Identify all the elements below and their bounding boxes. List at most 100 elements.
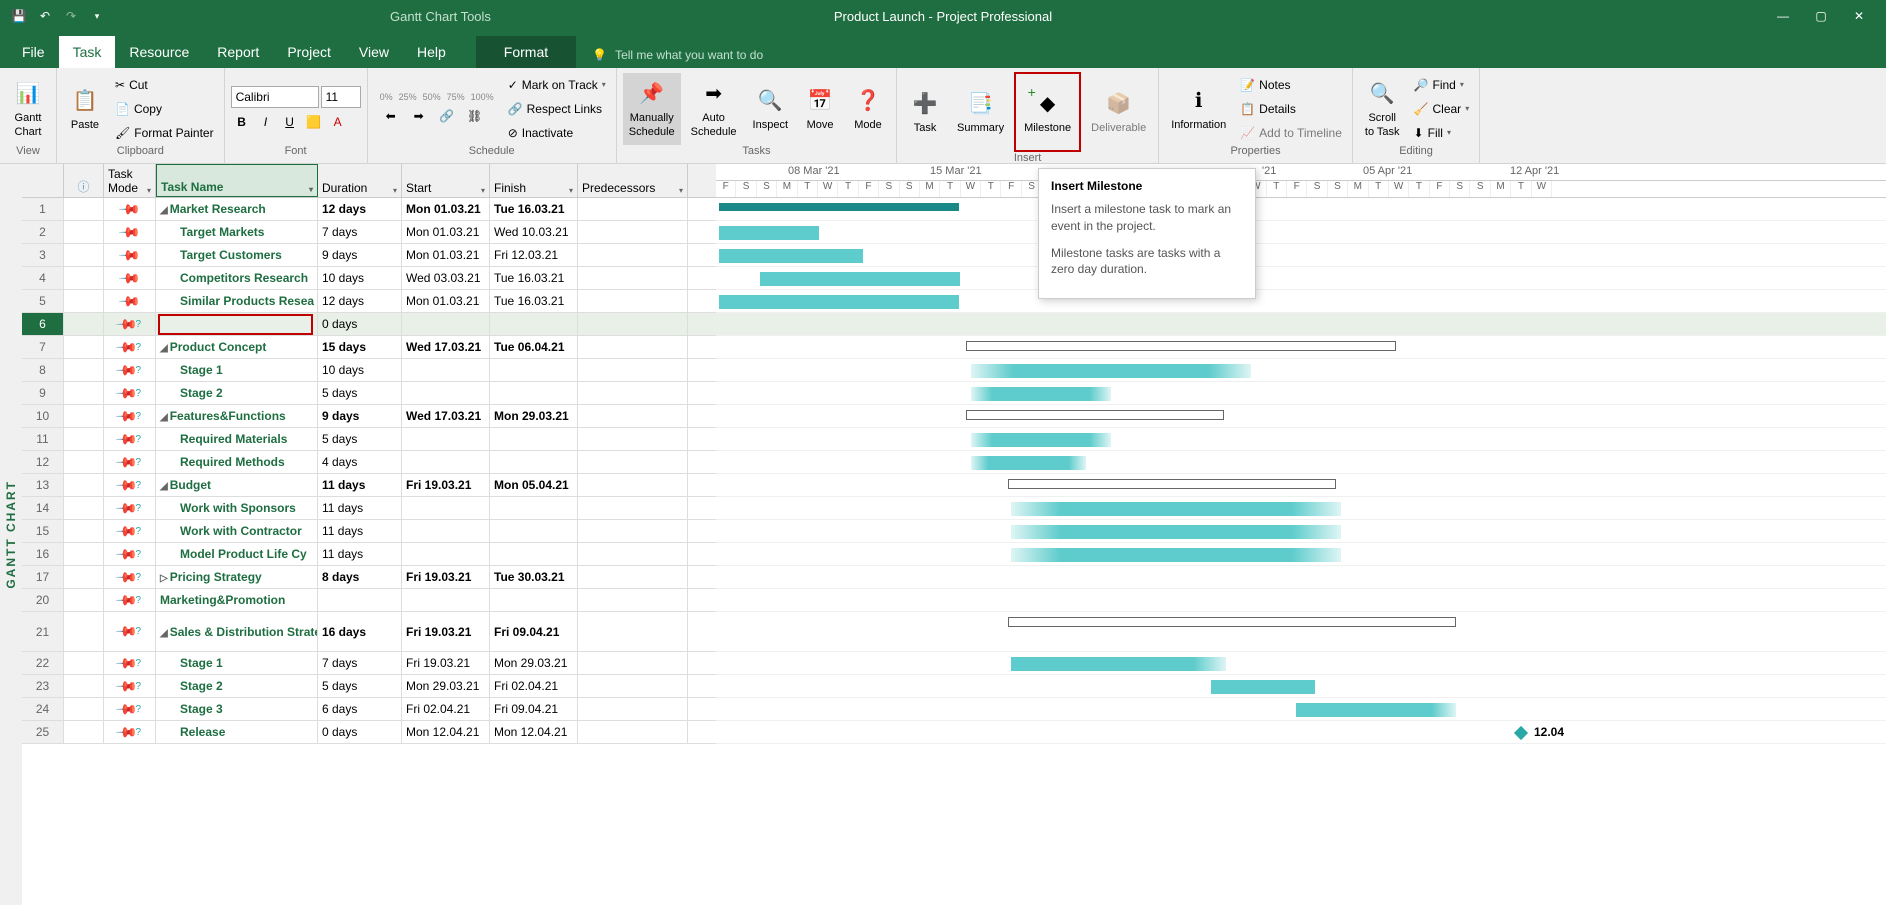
- row-mode[interactable]: 📌: [104, 244, 156, 266]
- table-row[interactable]: 20 📌? Marketing&Promotion: [22, 589, 716, 612]
- row-pred[interactable]: [578, 451, 688, 473]
- italic-button[interactable]: I: [255, 112, 277, 132]
- col-pred-header[interactable]: Predecessors▾: [578, 164, 688, 197]
- row-duration[interactable]: 7 days: [318, 652, 402, 674]
- row-num[interactable]: 25: [22, 721, 64, 743]
- row-mode[interactable]: 📌?: [104, 520, 156, 542]
- row-num[interactable]: 4: [22, 267, 64, 289]
- row-mode[interactable]: 📌?: [104, 675, 156, 697]
- row-mode[interactable]: 📌?: [104, 313, 156, 335]
- row-info[interactable]: [64, 497, 104, 519]
- pct100-icon[interactable]: 100%: [471, 92, 494, 102]
- row-mode[interactable]: 📌?: [104, 589, 156, 611]
- pct75-icon[interactable]: 75%: [447, 92, 465, 102]
- row-start[interactable]: [402, 451, 490, 473]
- table-row[interactable]: 16 📌? Model Product Life Cy 11 days: [22, 543, 716, 566]
- row-num[interactable]: 17: [22, 566, 64, 588]
- row-info[interactable]: [64, 721, 104, 743]
- row-info[interactable]: [64, 198, 104, 220]
- tab-file[interactable]: File: [8, 36, 59, 68]
- row-pred[interactable]: [578, 612, 688, 651]
- row-mode[interactable]: 📌?: [104, 612, 156, 651]
- row-duration[interactable]: 4 days: [318, 451, 402, 473]
- row-pred[interactable]: [578, 566, 688, 588]
- row-num[interactable]: 2: [22, 221, 64, 243]
- row-start[interactable]: [402, 359, 490, 381]
- insert-task-button[interactable]: ➕ Task: [903, 76, 947, 148]
- row-mode[interactable]: 📌: [104, 221, 156, 243]
- row-start[interactable]: Mon 29.03.21: [402, 675, 490, 697]
- row-pred[interactable]: [578, 382, 688, 404]
- gantt-bar[interactable]: [719, 203, 959, 211]
- col-dur-header[interactable]: Duration▾: [318, 164, 402, 197]
- row-finish[interactable]: Mon 29.03.21: [490, 405, 578, 427]
- row-duration[interactable]: 9 days: [318, 244, 402, 266]
- row-num[interactable]: 13: [22, 474, 64, 496]
- table-row[interactable]: 24 📌? Stage 3 6 days Fri 02.04.21 Fri 09…: [22, 698, 716, 721]
- row-pred[interactable]: [578, 652, 688, 674]
- row-info[interactable]: [64, 244, 104, 266]
- row-duration[interactable]: 5 days: [318, 428, 402, 450]
- row-num[interactable]: 5: [22, 290, 64, 312]
- link-icon[interactable]: 🔗: [436, 106, 458, 126]
- row-finish[interactable]: [490, 359, 578, 381]
- row-start[interactable]: Mon 01.03.21: [402, 244, 490, 266]
- row-duration[interactable]: 15 days: [318, 336, 402, 358]
- row-mode[interactable]: 📌?: [104, 336, 156, 358]
- gantt-bar[interactable]: [1011, 657, 1226, 671]
- unlink-icon[interactable]: ⛓: [464, 106, 486, 126]
- row-num[interactable]: 16: [22, 543, 64, 565]
- row-num[interactable]: 8: [22, 359, 64, 381]
- row-start[interactable]: Mon 01.03.21: [402, 290, 490, 312]
- close-icon[interactable]: ✕: [1848, 5, 1870, 27]
- table-row[interactable]: 22 📌? Stage 1 7 days Fri 19.03.21 Mon 29…: [22, 652, 716, 675]
- tab-view[interactable]: View: [345, 36, 403, 68]
- row-info[interactable]: [64, 359, 104, 381]
- row-start[interactable]: Mon 01.03.21: [402, 198, 490, 220]
- row-finish[interactable]: Mon 12.04.21: [490, 721, 578, 743]
- row-mode[interactable]: 📌?: [104, 405, 156, 427]
- row-finish[interactable]: [490, 382, 578, 404]
- row-pred[interactable]: [578, 474, 688, 496]
- row-pred[interactable]: [578, 428, 688, 450]
- row-num[interactable]: 10: [22, 405, 64, 427]
- row-finish[interactable]: [490, 451, 578, 473]
- font-name-input[interactable]: [231, 86, 319, 108]
- row-start[interactable]: [402, 382, 490, 404]
- row-name[interactable]: Target Markets: [156, 221, 318, 243]
- table-row[interactable]: 14 📌? Work with Sponsors 11 days: [22, 497, 716, 520]
- row-start[interactable]: Wed 17.03.21: [402, 405, 490, 427]
- gantt-bar[interactable]: [1011, 525, 1341, 539]
- table-row[interactable]: 15 📌? Work with Contractor 11 days: [22, 520, 716, 543]
- row-name[interactable]: Marketing&Promotion: [156, 589, 318, 611]
- scroll-to-task-button[interactable]: 🔍 Scroll to Task: [1359, 73, 1406, 145]
- row-finish[interactable]: [490, 520, 578, 542]
- col-info-header[interactable]: ⓘ: [64, 164, 104, 197]
- gantt-bar[interactable]: [971, 364, 1251, 378]
- col-finish-header[interactable]: Finish▾: [490, 164, 578, 197]
- col-mode-header[interactable]: Task Mode▾: [104, 164, 156, 197]
- table-row[interactable]: 12 📌? Required Methods 4 days: [22, 451, 716, 474]
- row-pred[interactable]: [578, 721, 688, 743]
- pct25-icon[interactable]: 25%: [399, 92, 417, 102]
- gantt-bar[interactable]: [1211, 680, 1315, 694]
- row-info[interactable]: [64, 267, 104, 289]
- row-duration[interactable]: 11 days: [318, 474, 402, 496]
- row-pred[interactable]: [578, 221, 688, 243]
- row-mode[interactable]: 📌?: [104, 543, 156, 565]
- row-name[interactable]: Release: [156, 721, 318, 743]
- gantt-bar[interactable]: [966, 410, 1224, 420]
- row-mode[interactable]: 📌?: [104, 474, 156, 496]
- row-pred[interactable]: [578, 290, 688, 312]
- row-name[interactable]: ▷Pricing Strategy: [156, 566, 318, 588]
- row-start[interactable]: [402, 520, 490, 542]
- row-info[interactable]: [64, 405, 104, 427]
- row-duration[interactable]: 12 days: [318, 198, 402, 220]
- row-info[interactable]: [64, 566, 104, 588]
- cut-button[interactable]: ✂Cut: [111, 74, 218, 96]
- row-name[interactable]: ◢Market Research: [156, 198, 318, 220]
- gantt-chart-button[interactable]: 📊 Gantt Chart: [6, 73, 50, 145]
- fill-button[interactable]: ⬇Fill▾: [1410, 122, 1474, 144]
- row-num[interactable]: 6: [22, 313, 64, 335]
- format-painter-button[interactable]: 🖌Format Painter: [111, 122, 218, 144]
